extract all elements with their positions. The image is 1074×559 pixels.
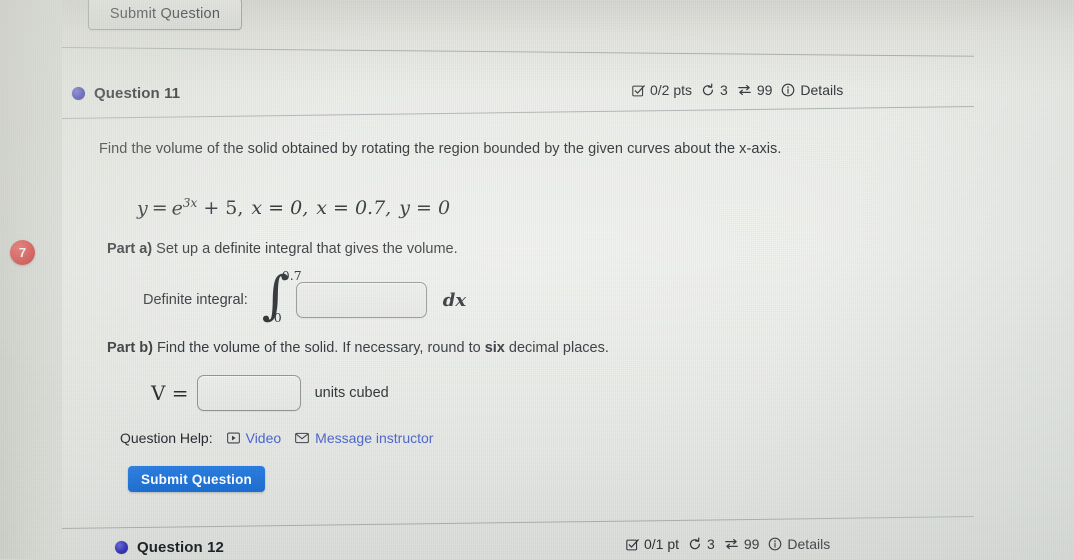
eq-x-equals-0: x = 0, [251,197,309,220]
eq-equals: = [151,197,168,220]
eq-exponent: 3x [182,196,198,210]
definite-integral-row: Definite integral: ∫ 0.7 0 dx [143,268,467,328]
question-11-header[interactable]: Question 11 [72,85,180,102]
shuffle-icon [724,537,739,551]
margin-badge-7: 7 [10,240,35,265]
eq-y: y [137,197,148,220]
page-content: Submit Question Question 11 0/2 pts 3 99… [0,0,1074,559]
question-12-label: Question 12 [137,539,224,556]
definite-integral-input[interactable] [295,282,427,318]
bullet-dot-icon [115,541,128,554]
shuffle-icon [737,83,752,97]
checkbox-icon [626,538,639,551]
integral-lower-limit: 0 [273,310,282,325]
question-help-row: Question Help: Video Message instructor [120,430,433,446]
differential-dx: dx [442,289,467,311]
part-b-text-2: decimal places. [504,340,609,356]
volume-answer-row: V = units cubed [151,375,389,411]
question-11-versions: 99 [756,82,773,98]
video-icon [226,432,240,444]
question-12-points: 0/1 pt [644,536,680,552]
question-11-equation: y = e3x + 5, x = 0, x = 0.7, y = 0 [137,196,450,219]
integral-upper-limit: 0.7 [281,268,302,283]
part-a-text: Set up a definite integral that gives th… [152,241,458,257]
question-11-points-group: 0/2 pts [632,82,692,98]
question-12-versions: 99 [743,536,760,552]
submit-question-button[interactable]: Submit Question [128,466,265,492]
volume-v-equals: V = [151,381,189,405]
divider-above-question-12 [61,516,974,529]
eq-y-equals-0: y = 0 [399,197,451,220]
question-11-prompt-text: Find the volume of the solid obtained by… [99,141,782,157]
part-b-bold-six: six [484,340,505,356]
question-12-details-group[interactable]: Details [768,536,830,552]
definite-integral-label: Definite integral: [143,292,248,308]
question-11-label: Question 11 [94,85,181,102]
integral-sign-group: ∫ 0.7 0 [258,268,302,328]
volume-units-label: units cubed [314,385,389,401]
eq-plus-five: + 5, [203,197,244,220]
divider-above-question-11 [61,47,974,57]
question-help-label: Question Help: [120,430,213,446]
question-12-points-group: 0/1 pt [626,536,679,552]
volume-answer-input[interactable] [196,375,301,411]
part-b-text-1: Find the volume of the solid. If necessa… [152,340,485,356]
question-12-header[interactable]: Question 12 [115,539,224,556]
help-message-instructor-item[interactable]: Message instructor [295,430,433,446]
question-11-details-label: Details [800,82,844,98]
question-11-part-a-label: Part a) Set up a definite integral that … [107,241,458,257]
question-12-details-label: Details [787,536,831,552]
bullet-dot-icon [72,87,85,100]
help-video-item[interactable]: Video [226,430,282,446]
question-12-attempts: 3 [707,536,715,552]
question-11-meta: 0/2 pts 3 99 Details [632,82,843,98]
eq-x-equals-07: x = 0.7, [316,197,392,220]
question-12-attempts-group: 3 [688,536,715,552]
divider-below-question-11-header [61,106,974,119]
info-icon [781,83,795,97]
part-a-bold: Part a) [107,241,153,257]
eq-base-e: e [171,197,183,220]
question-11-part-b-label: Part b) Find the volume of the solid. If… [107,340,609,356]
question-11-details-group[interactable]: Details [781,82,843,98]
question-11-attempts-group: 3 [701,82,728,98]
question-11-versions-group: 99 [737,82,773,98]
top-submit-question-button[interactable]: Submit Question [88,0,242,30]
checkbox-icon [632,84,645,97]
help-video-link[interactable]: Video [246,430,282,446]
part-b-bold: Part b) [107,340,153,356]
question-11-prompt: Find the volume of the solid obtained by… [99,141,781,157]
help-message-instructor-link[interactable]: Message instructor [315,430,433,446]
mail-icon [295,432,310,444]
question-11-attempts: 3 [720,82,728,98]
retry-icon [701,83,715,97]
info-icon [768,537,782,551]
retry-icon [688,537,702,551]
question-12-meta: 0/1 pt 3 99 Details [626,536,830,552]
question-11-points: 0/2 pts [650,82,693,98]
question-12-versions-group: 99 [724,536,760,552]
